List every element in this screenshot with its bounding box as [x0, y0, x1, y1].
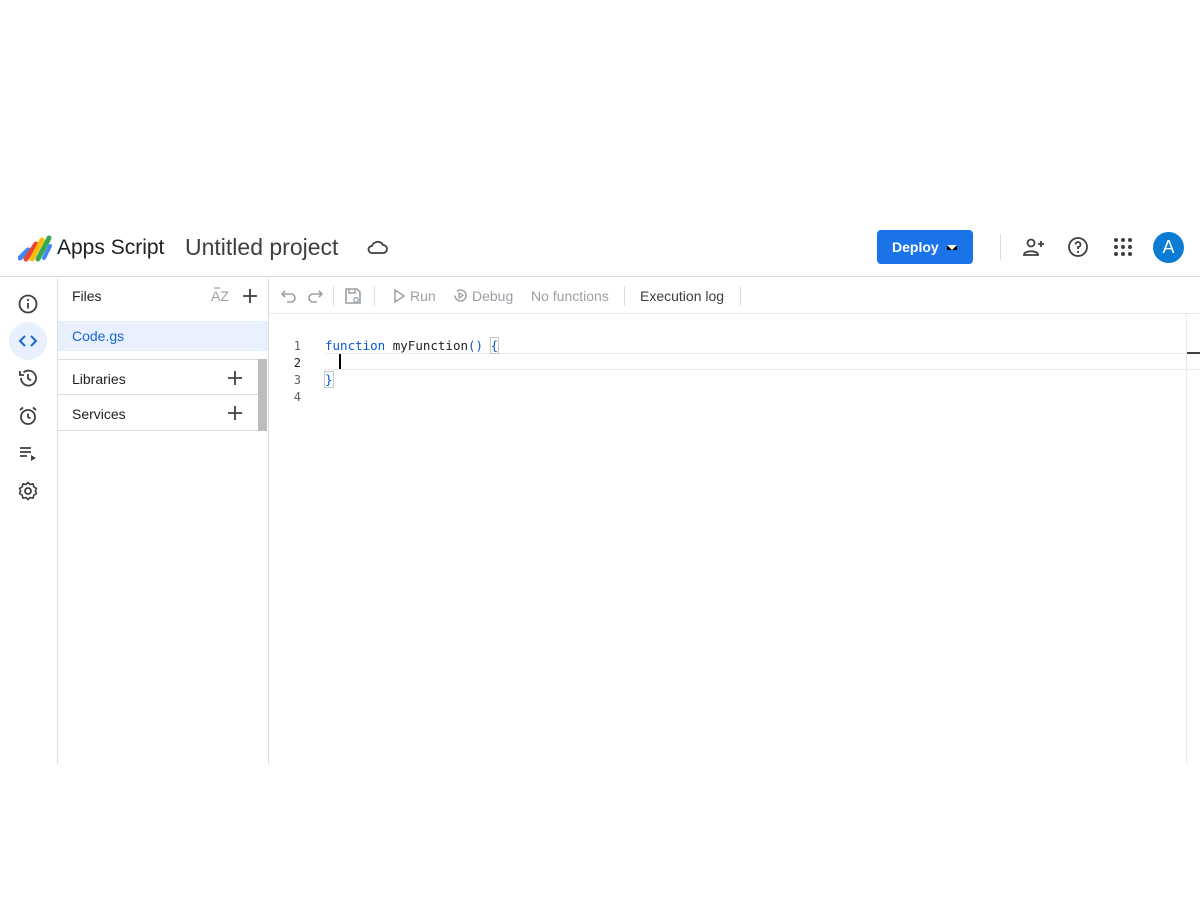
apps-grid-icon[interactable] — [1111, 235, 1135, 259]
toolbar-divider — [740, 286, 741, 306]
function-select[interactable]: No functions — [531, 288, 609, 304]
debug-icon — [454, 289, 467, 302]
save-project-icon[interactable] — [343, 286, 363, 306]
app-name: Apps Script — [57, 236, 165, 259]
navigation-rail — [0, 278, 58, 764]
rail-item-executions[interactable] — [9, 434, 47, 472]
deploy-button[interactable]: Deploy — [877, 230, 973, 264]
code-icon — [18, 335, 38, 347]
execution-log-button[interactable]: Execution log — [640, 288, 724, 304]
app-header: Apps Script Untitled project Deploy A — [0, 218, 1200, 277]
services-section[interactable]: Services — [58, 395, 258, 431]
deploy-dropdown-icon — [947, 245, 957, 250]
header-divider — [1000, 234, 1001, 260]
toolbar-divider — [333, 286, 334, 306]
file-item-code-gs[interactable]: Code.gs — [58, 321, 268, 351]
current-line-highlight — [325, 353, 1200, 370]
run-play-icon — [394, 288, 406, 304]
rail-item-triggers[interactable] — [9, 397, 47, 435]
rail-item-project-history[interactable] — [9, 359, 47, 397]
code-line: } — [324, 371, 334, 388]
line-number: 2 — [293, 356, 301, 370]
sort-az-icon[interactable]: AZ — [210, 286, 232, 306]
rail-item-editor[interactable] — [9, 322, 47, 360]
executions-icon — [20, 447, 36, 461]
files-scrollbar[interactable] — [258, 359, 267, 431]
code-editor[interactable]: 1 2 3 4 function myFunction() { } — [269, 314, 1200, 764]
files-header: Files AZ — [58, 278, 268, 314]
line-number: 1 — [293, 339, 301, 353]
line-number: 3 — [293, 373, 301, 387]
apps-script-logo-icon — [18, 235, 52, 262]
undo-icon[interactable] — [279, 286, 299, 306]
run-button[interactable]: Run — [410, 288, 436, 304]
files-panel: Files AZ Code.gs Libraries Services — [58, 278, 269, 764]
parens: () — [468, 338, 484, 353]
toolbar-divider — [624, 286, 625, 306]
cloud-saved-icon — [367, 240, 388, 254]
close-brace: } — [324, 371, 334, 388]
editor-scrollbar-track[interactable] — [1186, 314, 1187, 764]
editor-toolbar: Run Debug No functions Execution log — [269, 278, 1200, 314]
open-brace: { — [489, 337, 500, 354]
settings-icon — [18, 481, 38, 501]
libraries-label: Libraries — [72, 371, 126, 387]
help-icon[interactable] — [1066, 235, 1090, 259]
history-icon — [19, 369, 37, 387]
deploy-label: Deploy — [892, 239, 939, 255]
line-number: 4 — [293, 390, 301, 404]
share-person-add-icon[interactable] — [1022, 235, 1046, 259]
services-label: Services — [72, 406, 126, 422]
add-service-icon[interactable] — [225, 403, 245, 423]
info-icon — [18, 294, 38, 314]
text-cursor — [339, 354, 341, 369]
rail-item-settings[interactable] — [9, 472, 47, 510]
add-library-icon[interactable] — [225, 368, 245, 388]
alarm-icon — [19, 406, 37, 425]
rail-item-overview[interactable] — [9, 285, 47, 323]
overview-ruler-cursor — [1187, 352, 1200, 354]
libraries-section[interactable]: Libraries — [58, 359, 258, 395]
function-name: myFunction — [392, 338, 469, 353]
redo-icon[interactable] — [305, 286, 325, 306]
debug-button[interactable]: Debug — [472, 288, 513, 304]
account-avatar[interactable]: A — [1153, 232, 1184, 263]
files-title: Files — [72, 288, 102, 304]
code-line: function myFunction() { — [325, 337, 500, 354]
svg-text:AZ: AZ — [211, 288, 229, 304]
page: Apps Script Untitled project Deploy A Fi… — [0, 0, 1200, 900]
keyword: function — [325, 338, 386, 353]
project-title[interactable]: Untitled project — [185, 234, 338, 261]
toolbar-divider — [374, 286, 375, 306]
add-file-icon[interactable] — [240, 286, 260, 306]
